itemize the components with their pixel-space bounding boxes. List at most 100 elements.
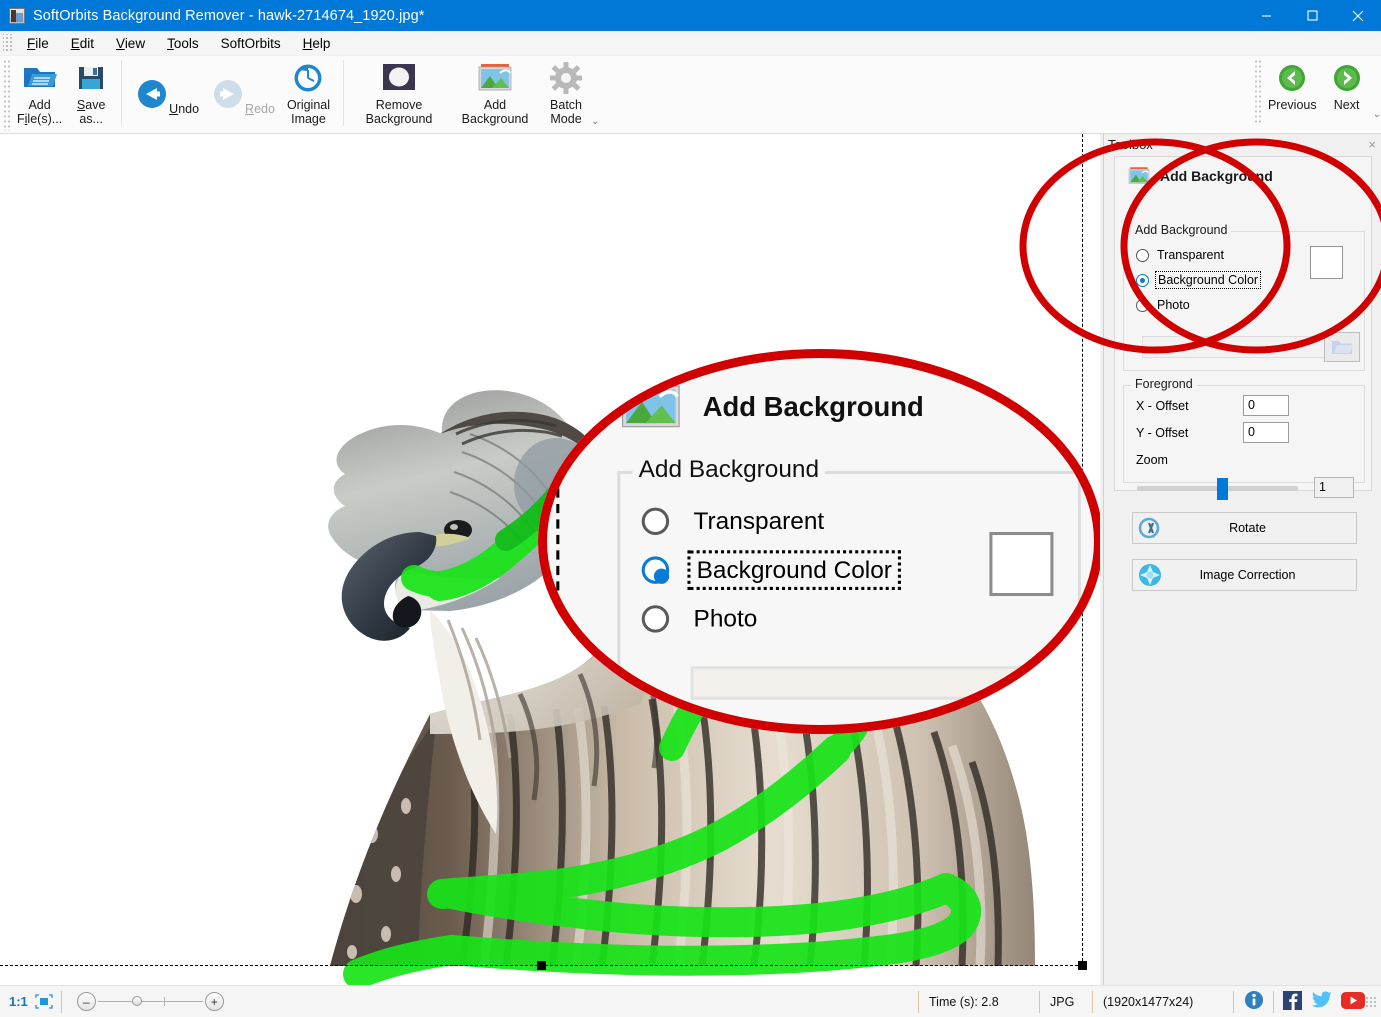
fit-to-window-icon[interactable] (35, 994, 53, 1009)
magnified-radio-photo[interactable] (641, 605, 670, 633)
image-correction-button[interactable]: Image Correction (1132, 559, 1357, 591)
application-window: SoftOrbits Background Remover - hawk-271… (0, 0, 1381, 1017)
radio-photo[interactable] (1136, 298, 1149, 312)
gear-icon (549, 60, 583, 96)
toolbox-close-icon[interactable]: × (1368, 137, 1376, 152)
next-button[interactable]: Next (1323, 56, 1371, 112)
nav-grip-handle[interactable] (1253, 59, 1262, 125)
magnified-radio-transparent[interactable] (641, 507, 670, 536)
y-offset-input[interactable]: 0 (1243, 422, 1289, 443)
panel-title-text: Add Background (1160, 168, 1273, 184)
folder-icon (1332, 341, 1353, 354)
photo-path-field[interactable] (1142, 336, 1332, 358)
minimize-button[interactable] (1243, 0, 1289, 31)
toolbar-group-navigation: Previous Next ⌄ (1251, 56, 1381, 125)
save-as-button[interactable]: Save as... (68, 56, 114, 126)
menu-item-view[interactable]: View (105, 33, 156, 54)
zoom-thumb[interactable] (131, 996, 142, 1006)
toolbar-group-history: Undo Redo Original Image (129, 56, 336, 132)
batch-mode-label: Batch Mode (550, 98, 582, 126)
add-background-group-legend: Add Background (1131, 223, 1232, 237)
background-color-swatch[interactable] (1310, 246, 1343, 279)
menu-item-softorbits[interactable]: SoftOrbits (210, 33, 292, 54)
menu-item-tools[interactable]: Tools (156, 33, 210, 54)
undo-button[interactable]: Undo (129, 56, 205, 132)
magnifier-content: Add Background Add Background Transparen… (538, 349, 1100, 734)
previous-label: Previous (1267, 98, 1317, 112)
add-background-icon (621, 380, 680, 428)
rotate-button[interactable]: Rotate (1132, 512, 1357, 544)
x-offset-input[interactable]: 0 (1243, 395, 1289, 416)
menu-item-help[interactable]: Help (292, 33, 342, 54)
radio-row-photo[interactable]: Photo (1136, 298, 1364, 312)
floppy-disk-icon (75, 60, 107, 96)
magnified-photo-path-field[interactable] (690, 666, 1057, 700)
status-dimensions: (1920x1477x24) (1103, 994, 1194, 1009)
zoom-slider-thumb[interactable] (1217, 478, 1228, 500)
x-offset-label: X - Offset (1136, 399, 1189, 413)
magnified-radio-background-color[interactable] (641, 556, 670, 584)
status-format: JPG (1050, 994, 1075, 1009)
previous-button[interactable]: Previous (1262, 56, 1323, 112)
status-bar: 1:1 – + Time (s): 2.8 JPG (1920x1477x24) (0, 985, 1381, 1017)
magnified-group-legend: Add Background (632, 455, 826, 484)
remove-background-button[interactable]: Remove Background (351, 56, 447, 126)
add-files-button[interactable]: Add File(s)... (11, 56, 68, 126)
zoom-out-button[interactable]: – (76, 992, 96, 1011)
foreground-group-legend: Foregrond (1131, 377, 1197, 391)
redo-label: Redo (245, 102, 275, 116)
zoom-track[interactable] (97, 996, 203, 1006)
youtube-icon[interactable] (1341, 991, 1365, 1012)
next-arrow-icon (1332, 60, 1362, 96)
toolbar-grip-handle[interactable] (3, 59, 11, 131)
toolbar-separator-1 (121, 60, 123, 126)
y-offset-label: Y - Offset (1136, 426, 1189, 440)
image-canvas[interactable]: Add Background Add Background Transparen… (0, 134, 1100, 985)
toolbox-header: Toolbox × (1104, 134, 1381, 155)
resize-grip[interactable] (1365, 995, 1377, 1008)
original-image-label: Original Image (286, 98, 331, 126)
rotate-label: Rotate (1229, 521, 1266, 535)
radio-transparent[interactable] (1136, 248, 1149, 262)
selection-handle-corner[interactable] (1078, 961, 1087, 970)
menu-item-file[interactable]: File (16, 33, 60, 54)
magnified-color-swatch[interactable] (989, 532, 1054, 597)
radio-background-color[interactable] (1136, 273, 1149, 287)
toolbar: Add File(s)... Save as... Undo Redo Orig… (0, 56, 1381, 134)
menu-grip-handle[interactable] (3, 34, 13, 52)
batch-mode-button[interactable]: Batch Mode (543, 56, 589, 126)
menu-item-edit[interactable]: Edit (60, 33, 105, 54)
open-folder-icon (22, 60, 58, 96)
radio-transparent-label: Transparent (1157, 248, 1224, 262)
magnified-toolbox-copy: Add Background Add Background Transparen… (538, 349, 1100, 734)
zoom-in-button[interactable]: + (204, 992, 224, 1011)
magnified-radio-photo-label: Photo (693, 605, 758, 633)
toolbar-group-file: Add File(s)... Save as... (11, 56, 114, 132)
selection-handle-bottom[interactable] (537, 961, 546, 970)
zoom-slider-control[interactable]: – + (76, 992, 224, 1011)
app-icon (9, 7, 25, 24)
previous-arrow-icon (1277, 60, 1307, 96)
nav-expand-button[interactable]: ⌄ (1373, 110, 1381, 120)
rotate-icon (1133, 516, 1167, 540)
toolbox-title: Toolbox (1108, 137, 1153, 152)
zoom-label: Zoom (1136, 453, 1168, 467)
original-image-button[interactable]: Original Image (281, 56, 336, 126)
magnified-radio-transparent-label: Transparent (693, 507, 825, 536)
add-background-button[interactable]: Add Background (447, 56, 543, 126)
facebook-icon[interactable] (1283, 990, 1302, 1013)
redo-arrow-icon (211, 77, 245, 111)
toolbox-panel: Toolbox × Add Background Add Background (1103, 134, 1381, 985)
toolbar-group-background: Remove Background Add Background Batch M… (351, 56, 599, 132)
redo-button[interactable]: Redo (205, 56, 281, 132)
window-controls (1243, 0, 1381, 31)
image-correction-label: Image Correction (1199, 568, 1296, 582)
browse-photo-button[interactable] (1324, 332, 1360, 362)
info-icon[interactable] (1244, 990, 1264, 1013)
add-background-icon (476, 60, 514, 96)
close-button[interactable] (1335, 0, 1381, 31)
zoom-value-input[interactable]: 1 (1314, 477, 1354, 498)
twitter-icon[interactable] (1311, 991, 1332, 1012)
toolbar-expand-button[interactable]: ⌄ (591, 117, 599, 127)
maximize-button[interactable] (1289, 0, 1335, 31)
